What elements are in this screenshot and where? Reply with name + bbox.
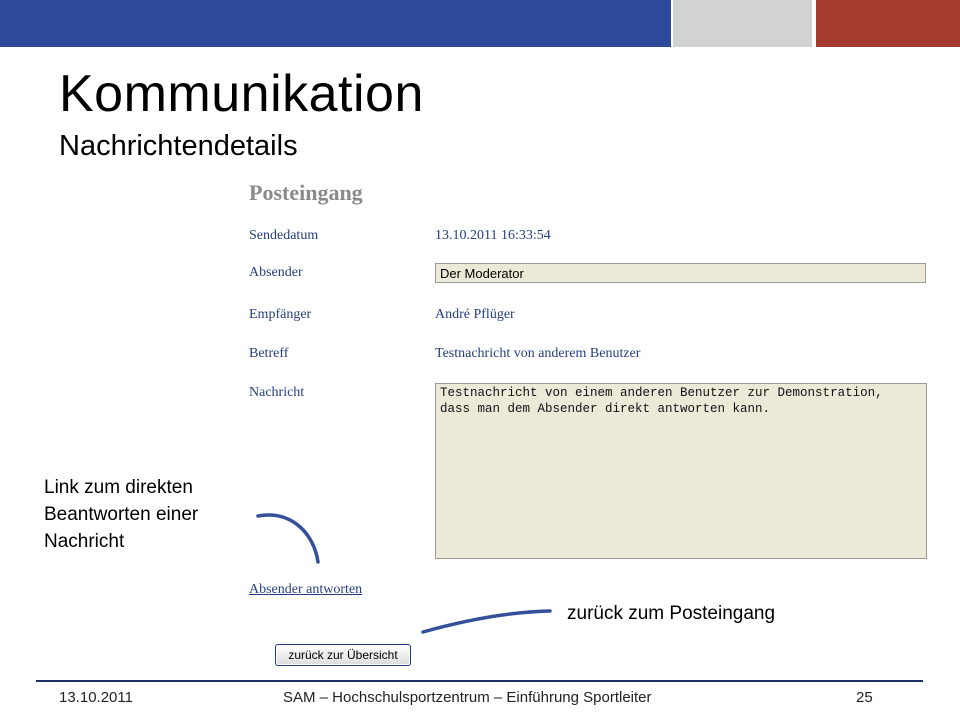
header-bar-red xyxy=(816,0,960,47)
sendedatum-label: Sendedatum xyxy=(249,228,319,243)
empfaenger-value: André Pflüger xyxy=(435,307,515,322)
back-arrow-curve xyxy=(421,609,552,634)
sendedatum-value: 13.10.2011 16:33:54 xyxy=(435,228,551,243)
empfaenger-label: Empfänger xyxy=(249,307,312,322)
header-color-bar xyxy=(0,0,960,47)
back-annotation: zurück zum Posteingang xyxy=(567,603,776,624)
footer-title: SAM – Hochschulsportzentrum – Einführung… xyxy=(283,689,652,706)
reply-to-sender-link[interactable]: Absender antworten xyxy=(249,582,362,598)
nachricht-label: Nachricht xyxy=(249,385,305,400)
betreff-value: Testnachricht von anderem Benutzer xyxy=(435,346,641,361)
reply-arrow-curve xyxy=(256,513,320,564)
absender-label: Absender xyxy=(249,265,303,280)
message-body-textarea[interactable]: Testnachricht von einem anderen Benutzer… xyxy=(435,383,927,559)
absender-field[interactable]: Der Moderator xyxy=(435,263,926,283)
footer-divider xyxy=(36,680,923,682)
header-bar-gray xyxy=(673,0,812,47)
slide-title: Kommunikation xyxy=(59,65,424,123)
slide-subtitle: Nachrichtendetails xyxy=(59,130,298,162)
footer-date: 13.10.2011 xyxy=(59,689,133,706)
reply-annotation: Link zum direkten Beantworten einer Nach… xyxy=(44,477,199,552)
inbox-heading: Posteingang xyxy=(249,180,363,205)
betreff-label: Betreff xyxy=(249,346,289,361)
back-to-overview-button[interactable]: zurück zur Übersicht xyxy=(275,644,411,666)
header-bar-blue xyxy=(0,0,671,47)
page-number: 25 xyxy=(856,689,873,706)
